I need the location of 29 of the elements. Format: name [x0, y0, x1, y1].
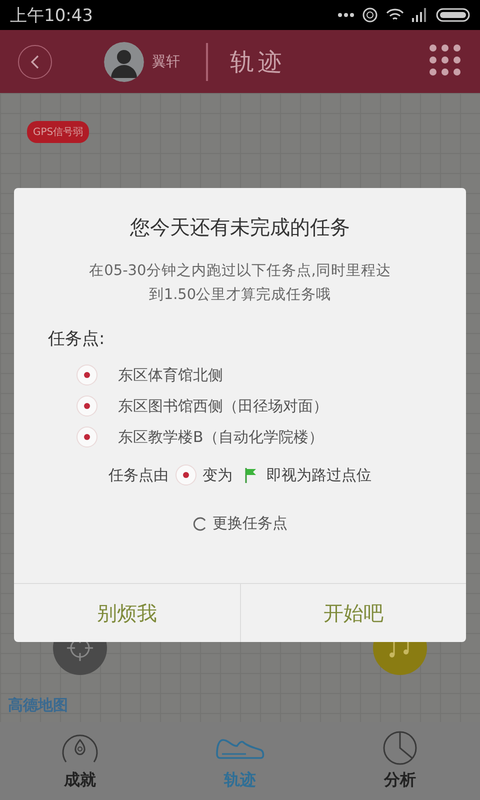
- point-name: 东区体育馆北侧: [118, 366, 223, 384]
- user-name: 翼轩: [152, 52, 180, 70]
- map-logo: 高德地图: [8, 696, 68, 715]
- tab[interactable]: 分析: [320, 722, 480, 800]
- dialog-title: 您今天还有未完成的任务: [129, 214, 351, 241]
- chevron-left-icon: [29, 54, 41, 70]
- more-icon: [338, 13, 354, 17]
- page-title: 轨迹: [230, 46, 286, 78]
- pin-dot-icon: [174, 464, 196, 486]
- points-label: 任务点:: [48, 328, 106, 350]
- tab[interactable]: 成就: [0, 722, 160, 800]
- dialog-button[interactable]: 别烦我: [14, 584, 240, 642]
- signal-icon: [412, 8, 428, 22]
- dialog-description: 在05-30分钟之内跑过以下任务点,同时里程达到1.50公里才算完成任务哦: [88, 262, 392, 305]
- refresh-button[interactable]: 更换任务点: [188, 510, 292, 537]
- hint-text: 变为: [202, 466, 232, 484]
- wifi-icon: [386, 8, 404, 22]
- refresh-icon: [192, 516, 206, 530]
- back-button[interactable]: [18, 44, 52, 78]
- dialog-button[interactable]: 开始吧: [240, 584, 466, 642]
- battery-icon: [436, 8, 470, 22]
- gps-badge: GPS信号弱: [27, 121, 90, 143]
- avatar[interactable]: [104, 42, 144, 82]
- hint-text: 任务点由: [108, 466, 168, 484]
- status-time: 上午10:43: [10, 4, 93, 26]
- hint-text: 即视为路过点位: [266, 466, 372, 484]
- point-name: 东区图书馆西侧（田径场对面）: [118, 396, 328, 416]
- point-name: 东区教学楼B（自动化学院楼）: [118, 428, 324, 446]
- alarm-icon: [362, 7, 378, 23]
